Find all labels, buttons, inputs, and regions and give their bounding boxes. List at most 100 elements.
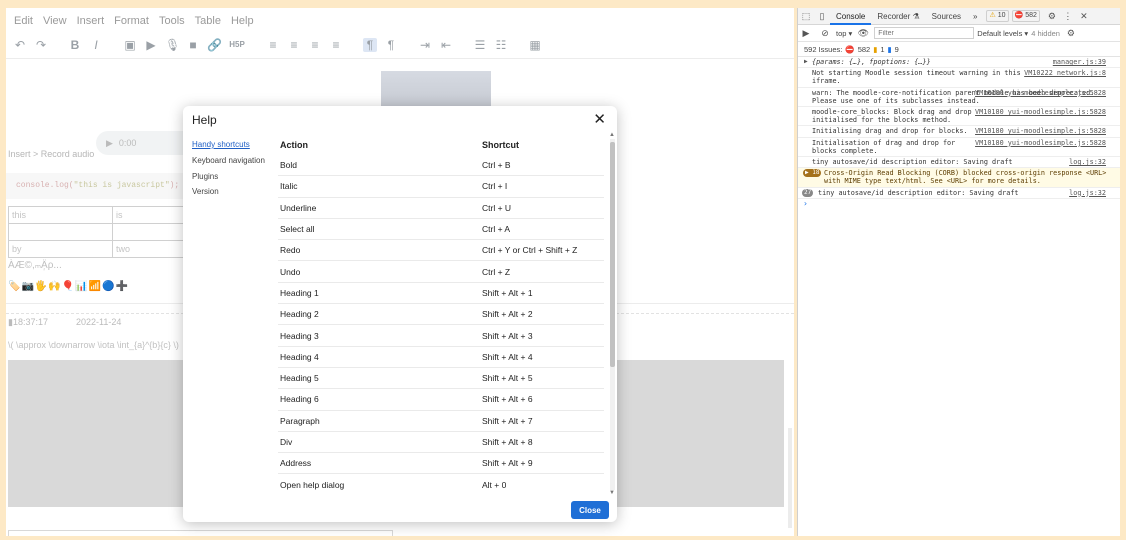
editor-scrollbar[interactable]	[788, 428, 792, 528]
log-entry-warning[interactable]: ▶ 18 Cross-Origin Read Blocking (CORB) b…	[798, 168, 1120, 188]
shortcut-cell: Shift + Alt + 5	[482, 373, 533, 384]
table-row: Undo Ctrl + Z	[278, 261, 604, 283]
h5p-icon[interactable]: H5P	[228, 38, 246, 52]
log-source[interactable]: VM10180 yui-moodlesimple.js:5828	[975, 139, 1106, 147]
context-select[interactable]: top ▾	[836, 29, 852, 38]
more-tabs[interactable]: »	[967, 8, 983, 25]
issues-warn-icon: ▮	[873, 44, 878, 54]
bold-icon[interactable]: B	[68, 38, 82, 52]
action-cell: Italic	[280, 181, 298, 192]
sidebar-toggle-icon[interactable]: ▶	[798, 28, 814, 39]
code-end: );	[169, 181, 180, 190]
link-icon[interactable]: 🔗	[207, 38, 222, 52]
tab-sources[interactable]: Sources	[926, 8, 967, 25]
tab-recorder[interactable]: Recorder ⚗	[871, 8, 925, 25]
table-icon[interactable]: ▦	[528, 38, 542, 52]
numbered-list-icon[interactable]: ☷	[494, 38, 508, 52]
shortcut-cell: Ctrl + U	[482, 202, 512, 213]
log-entry[interactable]: ▶ {params: {…}, fpoptions: {…}} manager.…	[798, 57, 1120, 69]
close-button[interactable]: Close	[571, 501, 609, 519]
menu-help[interactable]: Help	[231, 15, 254, 27]
align-left-icon[interactable]: ≡	[266, 38, 280, 52]
undo-icon[interactable]: ↶	[13, 38, 27, 52]
table-row: Redo Ctrl + Y or Ctrl + Shift + Z	[278, 240, 604, 262]
nav-keyboard-navigation[interactable]: Keyboard navigation	[192, 155, 278, 171]
outdent-icon[interactable]: ⇤	[439, 38, 453, 52]
log-source[interactable]: VM10180 yui-moodlesimple.js:5828	[975, 89, 1106, 97]
levels-select[interactable]: Default levels ▾	[977, 29, 1028, 38]
warning-badge[interactable]: ⚠ 10	[986, 10, 1009, 22]
play-icon[interactable]: ▶	[106, 138, 113, 149]
shortcut-cell: Shift + Alt + 3	[482, 330, 533, 341]
close-devtools-icon[interactable]: ✕	[1076, 11, 1092, 22]
console-prompt[interactable]: ›	[798, 199, 1120, 208]
close-icon[interactable]: ✕	[593, 112, 606, 127]
code-block: console.log("this is javascript");	[6, 173, 196, 199]
clear-console-icon[interactable]: ⊘	[817, 28, 833, 39]
action-cell: Undo	[280, 266, 301, 277]
warning-repeat-count[interactable]: ▶ 18	[803, 169, 822, 178]
time-stamp: ▮18:37:17	[8, 317, 48, 328]
scroll-down-icon[interactable]: ▼	[609, 490, 615, 496]
align-right-icon[interactable]: ≡	[308, 38, 322, 52]
align-center-icon[interactable]: ≡	[287, 38, 301, 52]
nav-handy-shortcuts[interactable]: Handy shortcuts	[192, 139, 278, 155]
console-log: ▶ {params: {…}, fpoptions: {…}} manager.…	[798, 57, 1120, 208]
audio-player[interactable]: ▶ 0:00	[96, 131, 196, 155]
indent-icon[interactable]: ⇥	[418, 38, 432, 52]
expand-icon[interactable]: ▶	[804, 58, 808, 66]
align-justify-icon[interactable]: ≡	[329, 38, 343, 52]
device-toggle-icon[interactable]: ▯	[814, 11, 830, 22]
menubar: Edit View Insert Format Tools Table Help	[6, 8, 794, 34]
table-row: Address Shift + Alt + 9	[278, 453, 604, 475]
log-text: {params: {…}, fpoptions: {…}}	[812, 58, 931, 66]
media-icon[interactable]: ▶	[144, 38, 158, 52]
log-source[interactable]: VM10180 yui-moodlesimple.js:5828	[975, 108, 1106, 116]
image-icon[interactable]: ▣	[123, 38, 137, 52]
menu-table[interactable]: Table	[195, 15, 221, 27]
table-cell[interactable]: by	[8, 240, 113, 258]
rtl-icon[interactable]: ¶	[384, 38, 398, 52]
table-cell[interactable]: this	[8, 206, 113, 224]
redo-icon[interactable]: ↷	[34, 38, 48, 52]
italic-icon[interactable]: I	[89, 38, 103, 52]
log-source[interactable]: manager.js:39	[1053, 58, 1106, 66]
kebab-menu-icon[interactable]: ⋮	[1060, 11, 1076, 22]
table-row: Heading 4 Shift + Alt + 4	[278, 347, 604, 368]
table-row: Underline Ctrl + U	[278, 198, 604, 219]
bullet-list-icon[interactable]: ☰	[473, 38, 487, 52]
table-cell[interactable]	[8, 223, 113, 241]
dialog-title: Help	[192, 113, 217, 127]
log-source[interactable]: log.js:32	[1069, 189, 1106, 197]
error-badge[interactable]: ⛔ 582	[1011, 10, 1040, 22]
menu-insert[interactable]: Insert	[77, 15, 105, 27]
context-label: top	[836, 28, 847, 38]
shortcut-cell: Ctrl + I	[482, 181, 508, 192]
eye-icon[interactable]: 👁	[855, 28, 871, 39]
datetime-stamp: ▮18:37:17 2022-11-24	[8, 317, 121, 328]
log-source[interactable]: VM10180 yui-moodlesimple.js:5828	[975, 127, 1106, 135]
inspect-icon[interactable]: ⬚	[798, 11, 814, 22]
scroll-up-icon[interactable]: ▲	[609, 132, 615, 138]
issues-bar[interactable]: 592 Issues: ⛔ 582 ▮ 1 ▮ 9	[798, 42, 1120, 57]
menu-tools[interactable]: Tools	[159, 15, 185, 27]
ltr-icon[interactable]: ¶	[363, 38, 377, 52]
log-source[interactable]: log.js:32	[1069, 158, 1106, 166]
nav-plugins[interactable]: Plugins	[192, 171, 278, 187]
console-settings-icon[interactable]: ⚙	[1063, 28, 1079, 39]
tab-console[interactable]: Console	[830, 8, 872, 25]
time-text: 18:37:17	[12, 317, 48, 327]
action-cell: Heading 1	[280, 287, 319, 298]
mic-icon[interactable]: 🎙	[165, 38, 180, 52]
scroll-thumb[interactable]	[610, 142, 615, 367]
filter-input[interactable]	[874, 27, 975, 39]
dialog-scrollbar[interactable]: ▲ ▼	[609, 132, 615, 496]
action-cell: Select all	[280, 224, 315, 235]
video-icon[interactable]: ■	[186, 38, 200, 52]
menu-view[interactable]: View	[43, 15, 67, 27]
menu-edit[interactable]: Edit	[14, 15, 33, 27]
gear-icon[interactable]: ⚙	[1044, 11, 1060, 22]
menu-format[interactable]: Format	[114, 15, 149, 27]
log-source[interactable]: VM10222 network.js:8	[1024, 69, 1106, 77]
nav-version[interactable]: Version	[192, 186, 278, 202]
